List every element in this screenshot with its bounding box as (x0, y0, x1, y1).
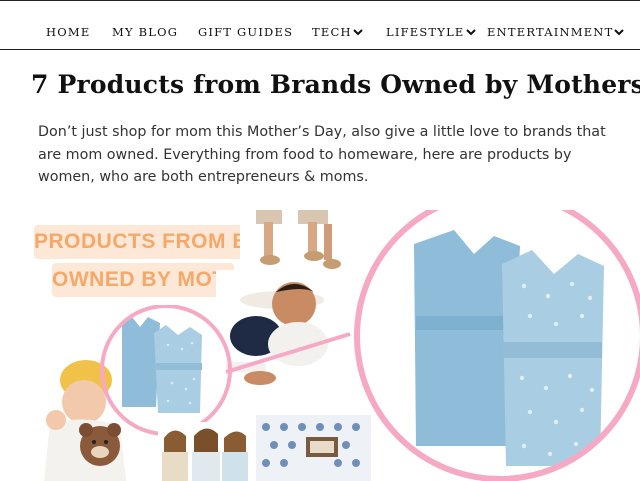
nav-tech-label: TECH (312, 25, 352, 39)
nav-my-blog-link[interactable]: MY BLOG (112, 25, 178, 39)
chevron-down-icon (352, 29, 363, 36)
packaged-snacks-photo (158, 422, 253, 481)
banner-text-line-2: OWNED BY MOTHERS (52, 263, 285, 297)
nav-home-link[interactable]: HOME (46, 25, 90, 39)
nav-lifestyle-label: LIFESTYLE (386, 25, 465, 39)
nav-gift-guides-label: GIFT GUIDES (198, 25, 294, 39)
top-navigation: HOME MY BLOG GIFT GUIDES TECH LIFESTYLE … (0, 0, 640, 50)
nav-lifestyle-menu[interactable]: LIFESTYLE (386, 25, 476, 39)
chevron-down-icon (465, 29, 476, 36)
nav-my-blog-label: MY BLOG (112, 25, 179, 39)
chevron-down-icon (614, 29, 625, 36)
article-title: 7 Products from Brands Owned by Mothers (31, 70, 640, 99)
hero-collage-image[interactable]: PRODUCTS FROM BRANDS OWNED BY MOTHERS (30, 210, 640, 481)
romper-thumbnail-photo (100, 305, 232, 436)
nav-entertainment-menu[interactable]: ENTERTAINMENT (487, 25, 625, 39)
banner-text-line-1: PRODUCTS FROM BRANDS (34, 225, 325, 259)
nav-gift-guides-link[interactable]: GIFT GUIDES (198, 25, 293, 39)
romper-zoom-detail (354, 210, 640, 481)
nav-entertainment-label: ENTERTAINMENT (487, 25, 614, 39)
article-intro: Don’t just shop for mom this Mother’s Da… (38, 124, 606, 185)
nav-tech-menu[interactable]: TECH (312, 25, 363, 39)
nav-home-label: HOME (46, 25, 91, 39)
